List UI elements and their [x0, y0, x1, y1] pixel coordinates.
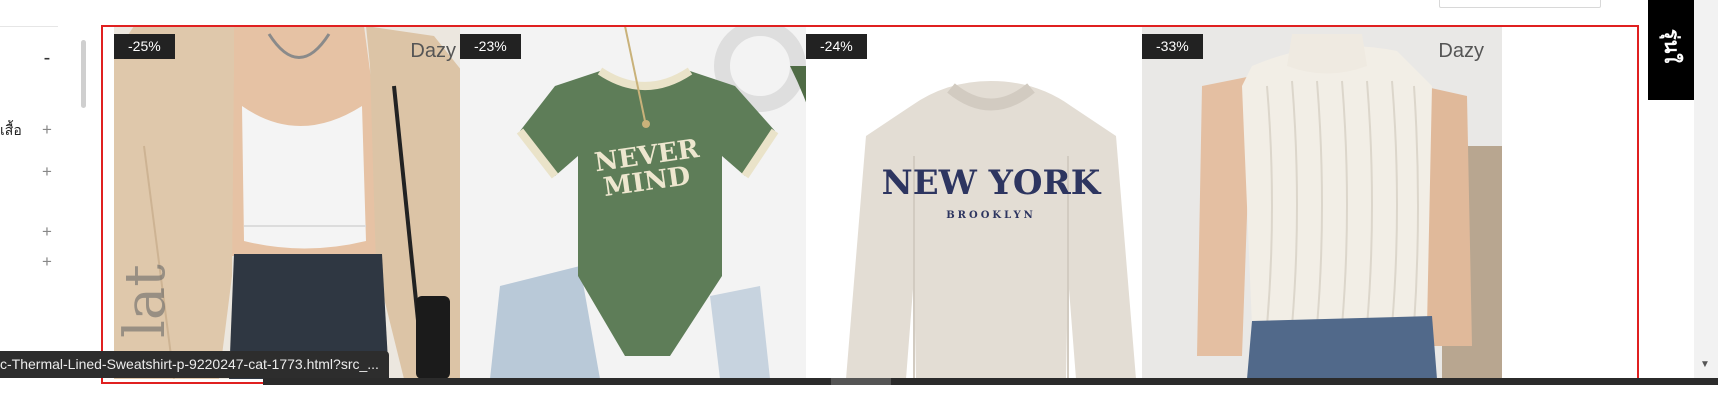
brand-watermark: Dazy [410, 40, 456, 62]
brand-watermark: Dazy [1438, 40, 1484, 62]
horizontal-scroll-thumb[interactable] [831, 378, 891, 385]
product-card[interactable]: NEVER MIND -23% [460, 26, 820, 379]
product-card[interactable]: -33% Dazy [1142, 26, 1502, 379]
filter-row[interactable]: + [0, 162, 62, 182]
shirt-print: NEW YORK [882, 163, 1102, 203]
product-strip: lat -25% Dazy NEVER MIND -23% NEW YORK B… [114, 26, 1630, 379]
sidebar-scrollbar[interactable] [81, 40, 86, 108]
expand-icon[interactable]: + [40, 252, 54, 272]
collapse-toggle[interactable]: - [40, 48, 54, 68]
horizontal-scrollbar[interactable] [263, 378, 1718, 385]
discount-badge: -25% [114, 34, 175, 59]
page-scrollbar-track[interactable] [1694, 0, 1718, 380]
product-image [1142, 26, 1502, 379]
product-image: NEVER MIND [460, 26, 820, 379]
product-card[interactable]: lat -25% Dazy [114, 26, 474, 379]
filter-row[interactable]: + [0, 222, 62, 242]
expand-icon[interactable]: + [40, 120, 54, 140]
product-image: NEW YORK BROOKLYN [806, 26, 1166, 379]
discount-badge: -24% [806, 34, 867, 59]
expand-icon[interactable]: + [40, 222, 54, 242]
shirt-print: BROOKLYN [946, 210, 1036, 221]
scroll-down-icon[interactable]: ▼ [1700, 360, 1710, 370]
sidebar-divider [0, 26, 58, 27]
side-tab-label: รุ่นใ [1660, 28, 1682, 64]
product-card[interactable]: NEW YORK BROOKLYN -24% [806, 26, 1166, 379]
filter-row[interactable]: + [0, 252, 62, 272]
expand-icon[interactable]: + [40, 162, 54, 182]
discount-badge: -23% [460, 34, 521, 59]
search-input-edge[interactable] [1439, 0, 1601, 8]
filter-row-label: เสื้อ [0, 122, 22, 138]
filter-row-shirt[interactable]: เสื้อ + [0, 120, 62, 140]
product-image: lat [114, 26, 474, 379]
filter-sidebar: - เสื้อ + + + + [0, 0, 100, 380]
discount-badge: -33% [1142, 34, 1203, 59]
side-promo-tab[interactable]: รุ่นใ [1648, 0, 1694, 100]
svg-text:lat: lat [114, 264, 178, 338]
status-bar-url: c-Thermal-Lined-Sweatshirt-p-9220247-cat… [0, 351, 389, 378]
